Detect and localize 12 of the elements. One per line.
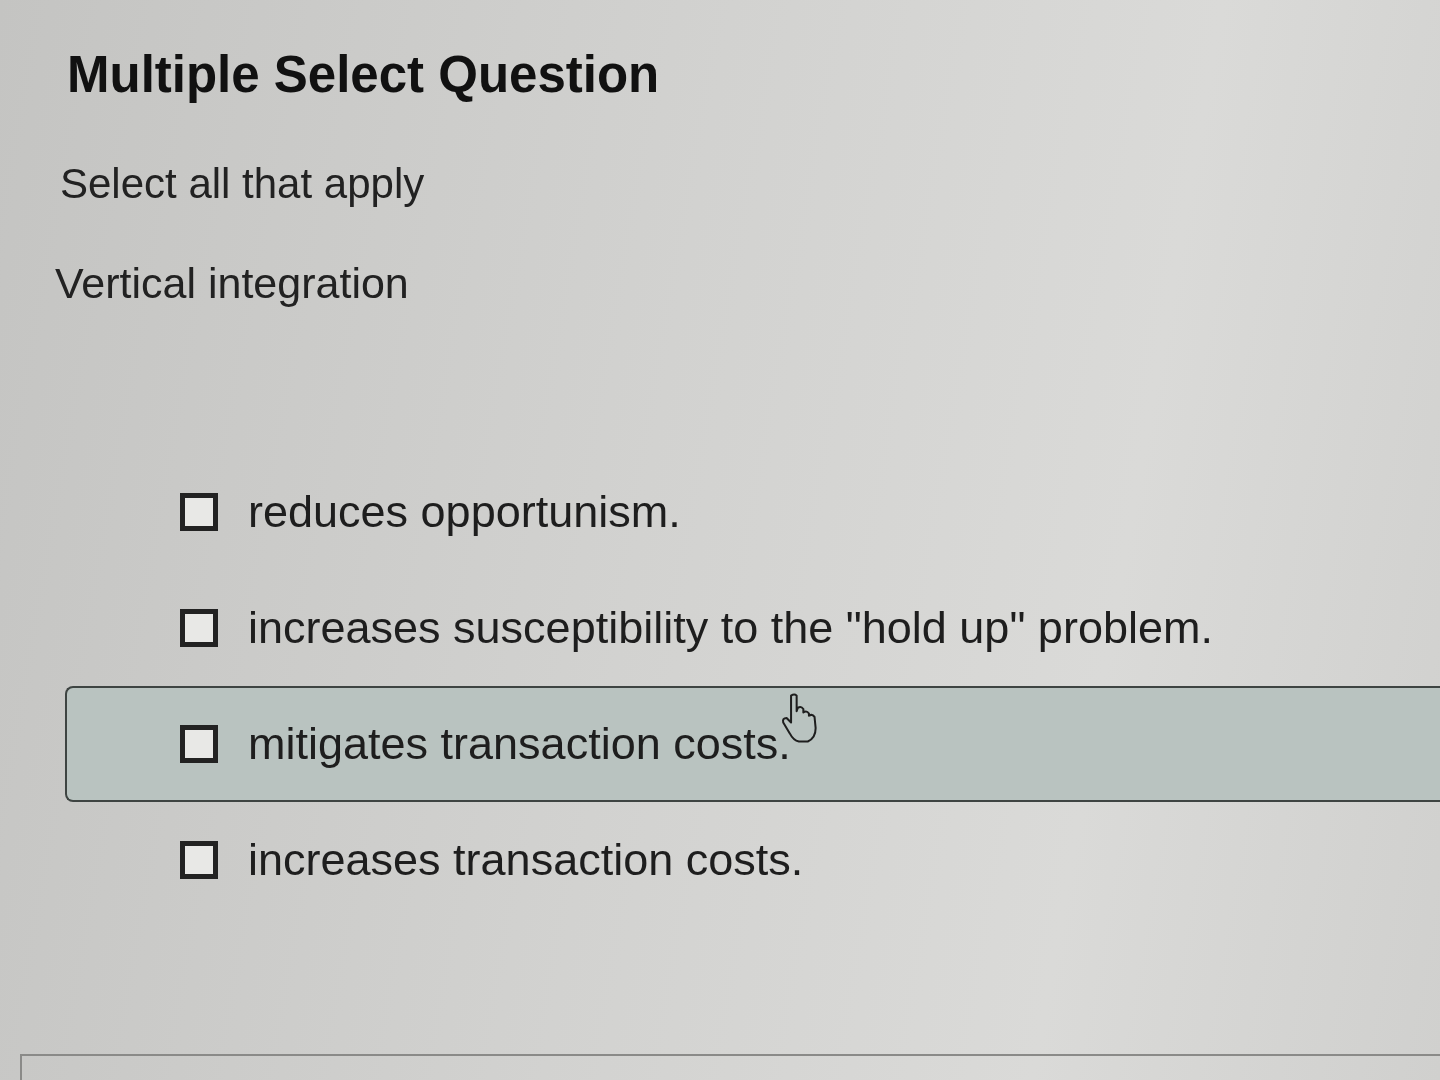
checkbox[interactable] <box>180 725 218 764</box>
option-label[interactable]: mitigates transaction costs. <box>248 717 791 772</box>
question-prompt: Vertical integration <box>55 257 409 309</box>
option-label[interactable]: increases transaction costs. <box>248 833 804 888</box>
option-label[interactable]: increases susceptibility to the "hold up" problem. <box>248 601 1213 656</box>
option-label[interactable]: reduces opportunism. <box>248 485 681 540</box>
checkbox[interactable] <box>180 841 218 880</box>
checkbox[interactable] <box>180 609 218 648</box>
question-type-title: Multiple Select Question <box>67 45 660 105</box>
instruction-text: Select all that apply <box>60 159 425 210</box>
answer-option-highlight[interactable]: mitigates transaction costs. <box>65 686 1440 803</box>
checkbox[interactable] <box>180 493 218 532</box>
